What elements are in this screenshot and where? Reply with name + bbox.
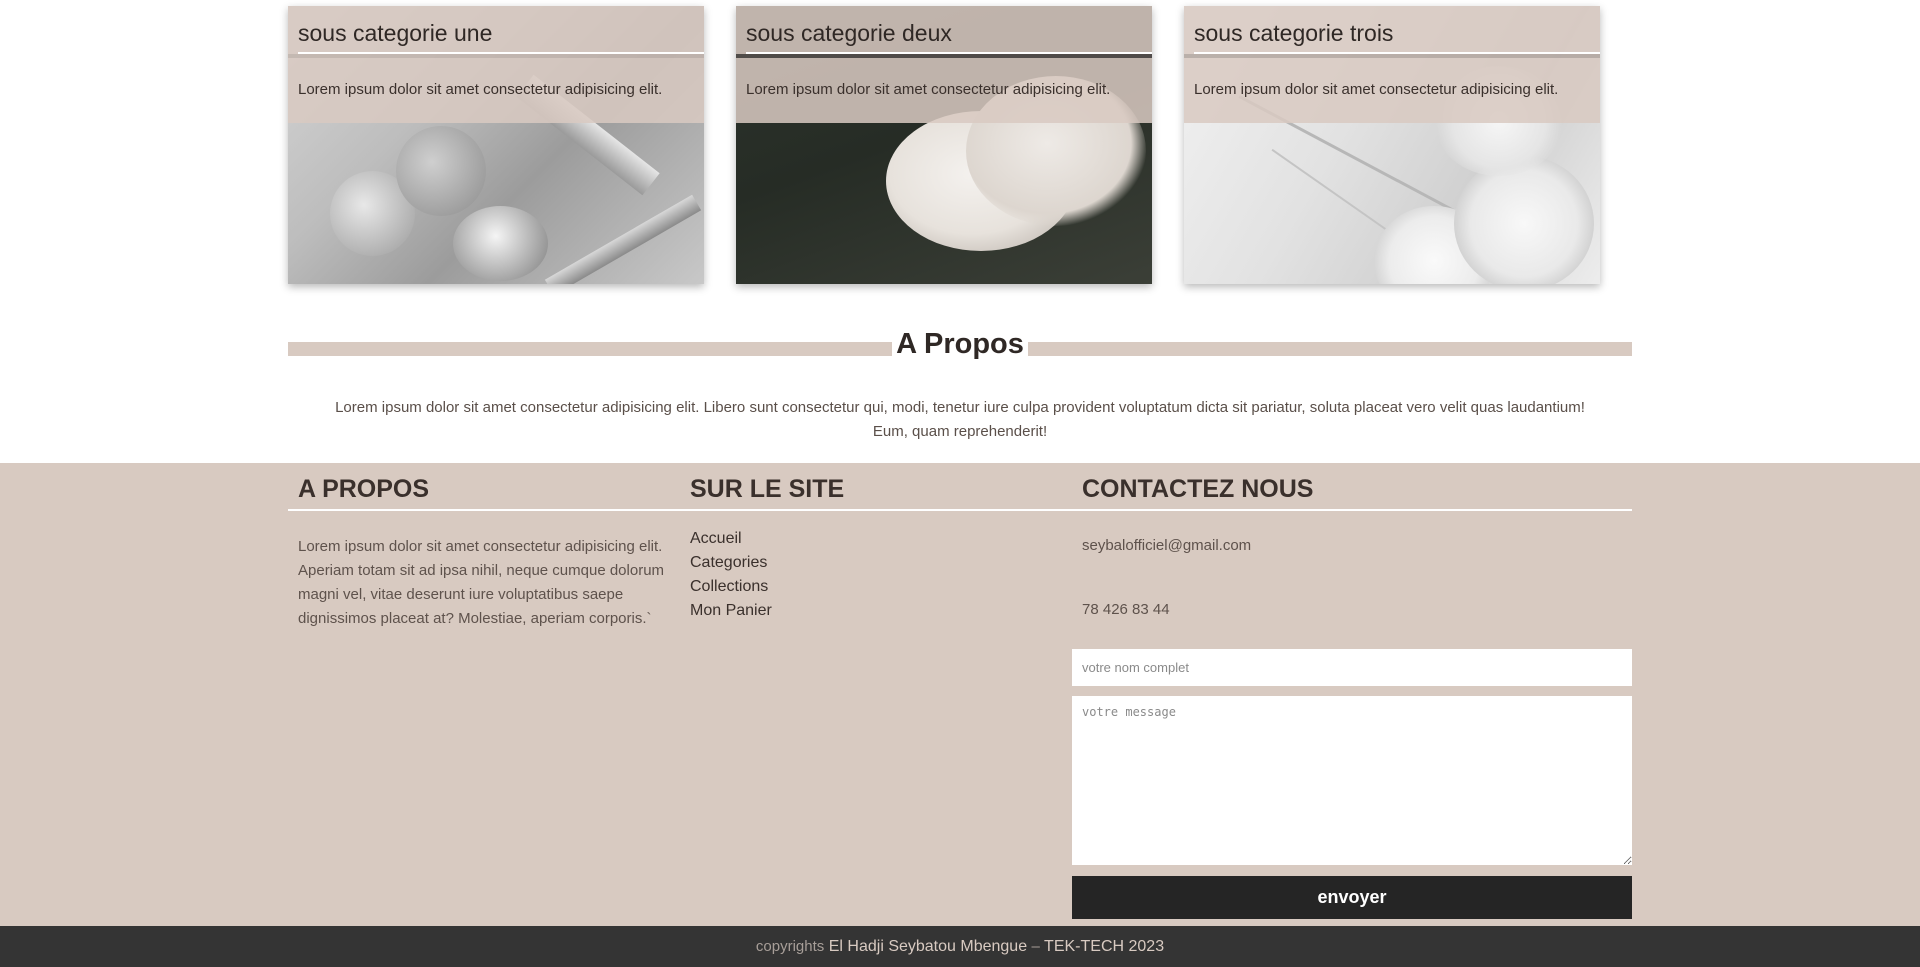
divider bbox=[298, 52, 704, 54]
category-card-une[interactable]: sous categorie une Lorem ipsum dolor sit… bbox=[288, 6, 704, 284]
copyright-separator: – bbox=[1031, 938, 1040, 955]
category-card-trois[interactable]: sous categorie trois Lorem ipsum dolor s… bbox=[1184, 6, 1600, 284]
category-description: Lorem ipsum dolor sit amet consectetur a… bbox=[1194, 81, 1559, 98]
category-description: Lorem ipsum dolor sit amet consectetur a… bbox=[746, 81, 1111, 98]
apropos-heading: A Propos bbox=[0, 328, 1920, 361]
footer-link-categories[interactable]: Categories bbox=[690, 551, 772, 575]
category-title: sous categorie une bbox=[298, 20, 493, 46]
category-title: sous categorie trois bbox=[1194, 20, 1394, 46]
category-card-deux[interactable]: sous categorie deux Lorem ipsum dolor si… bbox=[736, 6, 1152, 284]
category-cards: sous categorie une Lorem ipsum dolor sit… bbox=[288, 6, 1600, 284]
name-input[interactable] bbox=[1072, 649, 1632, 686]
footer-about-text: Lorem ipsum dolor sit amet consectetur a… bbox=[298, 538, 665, 627]
footer-site-heading: SUR LE SITE bbox=[690, 475, 845, 503]
apropos-heading-text: A Propos bbox=[892, 328, 1028, 360]
footer-link-mon-panier[interactable]: Mon Panier bbox=[690, 599, 772, 623]
copyright-suffix: TEK-TECH 2023 bbox=[1044, 938, 1165, 955]
footer-divider bbox=[288, 509, 1632, 511]
copyright-prefix: copyrights bbox=[755, 938, 825, 955]
copyright-author: El Hadji Seybatou Mbengue bbox=[828, 938, 1028, 955]
footer-contact-heading: CONTACTEZ NOUS bbox=[1082, 475, 1314, 503]
footer: A PROPOS SUR LE SITE CONTACTEZ NOUS Lore… bbox=[0, 463, 1920, 926]
footer-link-accueil[interactable]: Accueil bbox=[690, 527, 772, 551]
divider bbox=[1194, 52, 1600, 54]
send-button[interactable]: envoyer bbox=[1072, 876, 1632, 919]
copyright-bar: copyrights El Hadji Seybatou Mbengue – T… bbox=[0, 926, 1920, 967]
category-title: sous categorie deux bbox=[746, 20, 952, 46]
contact-email: seybalofficiel@gmail.com bbox=[1082, 537, 1252, 554]
contact-phone: 78 426 83 44 bbox=[1082, 601, 1170, 618]
apropos-text: Lorem ipsum dolor sit amet consectetur a… bbox=[335, 399, 1585, 440]
footer-link-collections[interactable]: Collections bbox=[690, 575, 772, 599]
footer-about-heading: A PROPOS bbox=[298, 475, 430, 503]
footer-site-links: Accueil Categories Collections Mon Panie… bbox=[690, 527, 772, 623]
message-textarea[interactable] bbox=[1072, 696, 1632, 865]
divider bbox=[746, 52, 1152, 54]
category-description: Lorem ipsum dolor sit amet consectetur a… bbox=[298, 81, 663, 98]
